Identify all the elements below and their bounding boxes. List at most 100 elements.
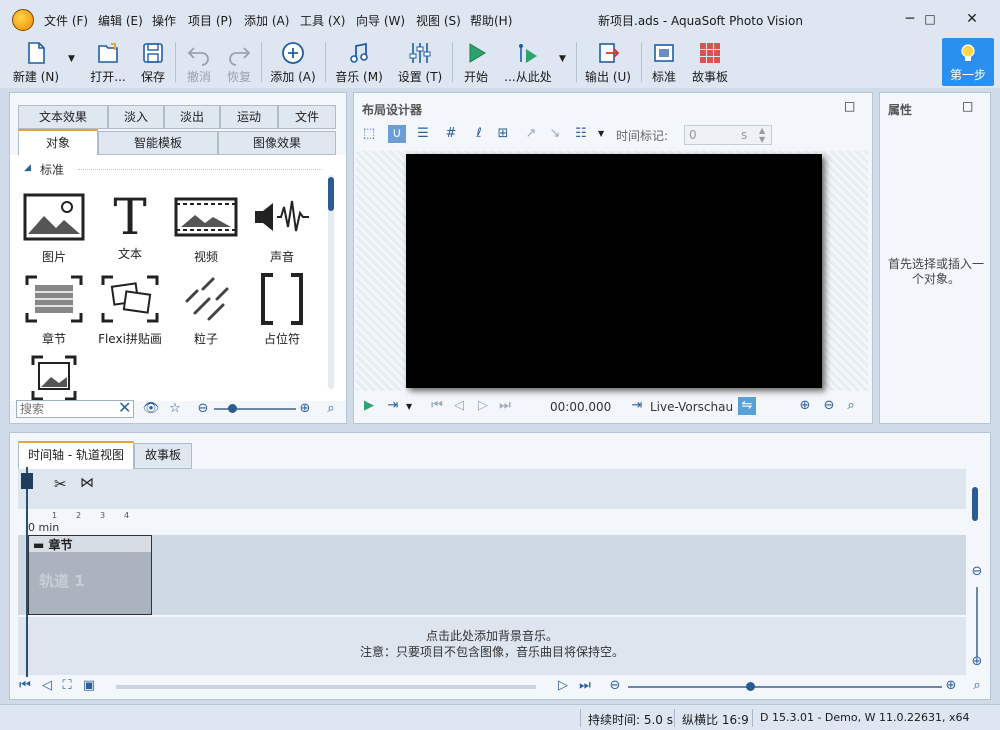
menu-add[interactable]: 添加 (A) bbox=[244, 12, 289, 29]
storyboard-view-button[interactable]: 故事板 bbox=[688, 38, 732, 86]
library-item-particles[interactable]: 粒子 bbox=[166, 271, 246, 347]
play-options-dropdown-icon[interactable]: ▼ bbox=[406, 402, 412, 411]
curve-icon[interactable]: ↗ bbox=[522, 125, 540, 143]
zoom-in-icon[interactable]: ⊕ bbox=[296, 400, 314, 418]
output-button[interactable]: 输出 (U) bbox=[582, 38, 634, 86]
star-icon[interactable]: ☆ bbox=[166, 400, 184, 418]
last-frame-icon[interactable]: ⏭ bbox=[576, 677, 594, 695]
music-track[interactable]: 点击此处添加背景音乐。 注意：只要项目不包含图像，音乐曲目将保持空。 bbox=[18, 617, 966, 675]
play-from-here-button[interactable]: ...从此处 bbox=[502, 38, 554, 86]
menu-file[interactable]: 文件 (F) bbox=[44, 12, 88, 29]
library-item-image[interactable]: 图片 bbox=[14, 189, 94, 265]
live-preview-toggle-icon[interactable]: ⇋ bbox=[738, 397, 756, 415]
close-button[interactable]: ✕ bbox=[952, 6, 992, 32]
standard-view-button[interactable]: 标准 bbox=[647, 38, 681, 86]
list-icon[interactable]: ☷ bbox=[572, 125, 590, 143]
first-frame-icon[interactable]: ⏮ bbox=[428, 397, 446, 415]
clear-search-icon[interactable]: ✕ bbox=[118, 398, 131, 417]
menu-tools[interactable]: 工具 (X) bbox=[300, 12, 345, 29]
path-icon[interactable]: ℓ bbox=[470, 125, 488, 143]
next-frame-icon[interactable]: ▷ bbox=[554, 677, 572, 695]
tab-text-effects[interactable]: 文本效果 bbox=[18, 105, 108, 129]
preview-canvas[interactable] bbox=[406, 154, 822, 388]
zoom-out-icon[interactable]: ⊖ bbox=[968, 563, 986, 581]
next-frame-icon[interactable]: ▷ bbox=[474, 397, 492, 415]
magnet-icon[interactable]: ∪ bbox=[388, 125, 406, 143]
list-dropdown-icon[interactable]: ▼ bbox=[598, 129, 604, 138]
zoom-fit-icon[interactable]: ⌕ bbox=[322, 400, 340, 418]
playhead-handle[interactable] bbox=[21, 473, 33, 489]
new-dropdown-icon[interactable]: ▼ bbox=[68, 54, 75, 64]
settings-button[interactable]: 设置 (T) bbox=[396, 38, 444, 86]
thumbnail-size-slider[interactable] bbox=[214, 404, 296, 413]
undo-button[interactable]: 撤消 bbox=[182, 38, 216, 86]
open-button[interactable]: 打开... bbox=[86, 38, 130, 86]
play-preview-icon[interactable]: ▶ bbox=[360, 397, 378, 415]
tab-smart-templates[interactable]: 智能模板 bbox=[98, 131, 218, 155]
tab-fade-in[interactable]: 淡入 bbox=[108, 105, 164, 129]
live-preview-icon[interactable]: ⇥ bbox=[628, 397, 646, 415]
scrollbar-thumb[interactable] bbox=[328, 177, 334, 211]
library-scrollbar[interactable] bbox=[328, 175, 334, 389]
chapter-block[interactable]: ▬ 章节 轨道 1 bbox=[28, 535, 152, 615]
time-marker-input[interactable]: 0 s ▲ ▼ bbox=[684, 125, 772, 145]
vertical-zoom-slider[interactable] bbox=[976, 587, 978, 657]
menu-help[interactable]: 帮助(H) bbox=[470, 12, 512, 29]
menu-actions[interactable]: 操作 bbox=[152, 12, 176, 29]
music-button[interactable]: 音乐 (M) bbox=[333, 38, 385, 86]
slider-handle[interactable] bbox=[228, 404, 237, 413]
zoom-out-icon[interactable]: ⊖ bbox=[820, 397, 838, 415]
add-button[interactable]: 添加 (A) bbox=[268, 38, 318, 86]
panel-maximize-icon[interactable]: □ bbox=[962, 99, 973, 113]
scissors-icon[interactable]: ✂ bbox=[54, 475, 67, 493]
tab-storyboard[interactable]: 故事板 bbox=[134, 443, 192, 469]
save-button[interactable]: 保存 bbox=[136, 38, 170, 86]
zoom-fit-icon[interactable]: ⌕ bbox=[968, 677, 986, 695]
menu-wizard[interactable]: 向导 (W) bbox=[356, 12, 405, 29]
play-from-marker-icon[interactable]: ⇥ bbox=[384, 397, 402, 415]
collapse-section-icon[interactable]: ◢ bbox=[24, 163, 31, 173]
zoom-in-icon[interactable]: ⊕ bbox=[796, 397, 814, 415]
library-item-sound[interactable]: 声音 bbox=[242, 189, 322, 265]
zoom-out-icon[interactable]: ⊖ bbox=[606, 677, 624, 695]
menu-edit[interactable]: 编辑 (E) bbox=[98, 12, 143, 29]
last-frame-icon[interactable]: ⏭ bbox=[496, 397, 514, 415]
library-item-placeholder[interactable]: 占位符 bbox=[242, 271, 322, 347]
screen-icon[interactable]: ▣ bbox=[80, 677, 98, 695]
library-item-flexi-collage[interactable]: Flexi拼贴画 bbox=[90, 271, 170, 347]
prev-frame-icon[interactable]: ◁ bbox=[450, 397, 468, 415]
tab-timeline-track-view[interactable]: 时间轴 - 轨道视图 bbox=[18, 441, 134, 469]
tab-files[interactable]: 文件 bbox=[278, 105, 336, 129]
menu-project[interactable]: 项目 (P) bbox=[188, 12, 232, 29]
frame-icon[interactable]: ⊞ bbox=[494, 125, 512, 143]
play-dropdown-icon[interactable]: ▼ bbox=[559, 54, 566, 64]
slider-handle[interactable] bbox=[746, 682, 755, 691]
library-item-text[interactable]: T 文本 bbox=[90, 189, 170, 262]
redo-button[interactable]: 恢复 bbox=[222, 38, 256, 86]
zoom-in-icon[interactable]: ⊕ bbox=[968, 653, 986, 671]
zoom-out-icon[interactable]: ⊖ bbox=[194, 400, 212, 418]
library-item-video[interactable]: 视频 bbox=[166, 189, 246, 265]
app-logo-icon[interactable] bbox=[12, 9, 34, 31]
fit-frame-icon[interactable]: ⛶ bbox=[58, 677, 76, 695]
timeline-zoom-slider[interactable] bbox=[628, 682, 942, 691]
first-step-button[interactable]: 第一步 bbox=[942, 38, 994, 86]
live-preview-label[interactable]: Live-Vorschau bbox=[650, 400, 733, 414]
eye-icon[interactable]: 👁 bbox=[142, 400, 160, 418]
tab-motion[interactable]: 运动 bbox=[220, 105, 278, 129]
align-icon[interactable]: ☰ bbox=[414, 125, 432, 143]
split-icon[interactable]: ⋈ bbox=[80, 475, 94, 491]
start-button[interactable]: 开始 bbox=[458, 38, 494, 86]
panel-maximize-icon[interactable]: □ bbox=[844, 99, 855, 113]
menu-view[interactable]: 视图 (S) bbox=[416, 12, 461, 29]
first-frame-icon[interactable]: ⏮ bbox=[16, 677, 34, 695]
zoom-fit-icon[interactable]: ⌕ bbox=[842, 397, 860, 415]
prev-frame-icon[interactable]: ◁ bbox=[38, 677, 56, 695]
collapse-icon[interactable]: ▬ bbox=[33, 538, 49, 552]
tab-fade-out[interactable]: 淡出 bbox=[164, 105, 220, 129]
new-button[interactable]: 新建 (N) bbox=[8, 38, 64, 86]
grid-lines-icon[interactable]: # bbox=[442, 125, 460, 143]
tab-image-effects[interactable]: 图像效果 bbox=[218, 131, 336, 155]
spinner-icon[interactable]: ▲ ▼ bbox=[759, 126, 765, 144]
maximize-button[interactable]: □ bbox=[910, 6, 950, 32]
